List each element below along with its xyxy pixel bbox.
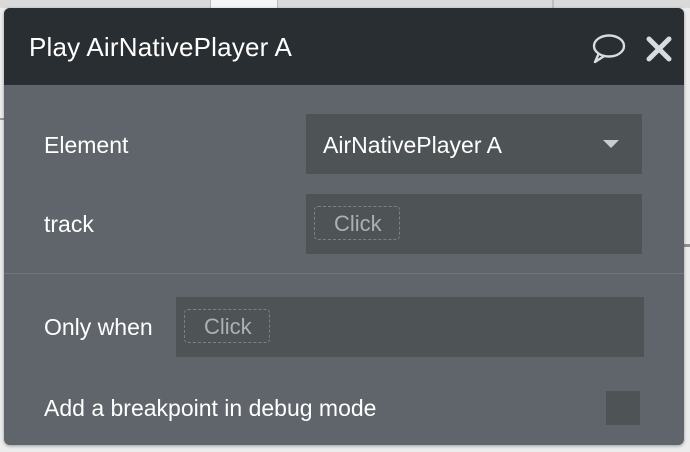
only-when-label: Only when [44,314,153,340]
canvas-element-edge [552,0,554,8]
close-icon[interactable] [644,32,674,66]
comment-icon[interactable] [590,32,626,66]
canvas-guide-line [684,244,690,247]
canvas-element-edge [210,0,278,8]
panel-header: Play AirNativePlayer A [4,8,684,85]
track-field[interactable]: Click [306,194,642,254]
element-label: Element [44,132,129,158]
element-dropdown-value: AirNativePlayer A [323,132,502,158]
chevron-down-icon [603,140,619,148]
action-property-panel: Play AirNativePlayer A Element AirNative… [4,8,684,445]
only-when-field[interactable]: Click [176,297,644,357]
section-divider [4,273,684,274]
track-label: track [44,211,94,237]
track-click-placeholder[interactable]: Click [314,206,400,240]
element-dropdown[interactable]: AirNativePlayer A [306,114,642,174]
canvas-top-strip [0,0,690,8]
breakpoint-checkbox[interactable] [606,391,640,425]
only-when-click-placeholder[interactable]: Click [184,309,270,343]
breakpoint-label: Add a breakpoint in debug mode [44,395,377,421]
panel-title: Play AirNativePlayer A [29,32,293,62]
